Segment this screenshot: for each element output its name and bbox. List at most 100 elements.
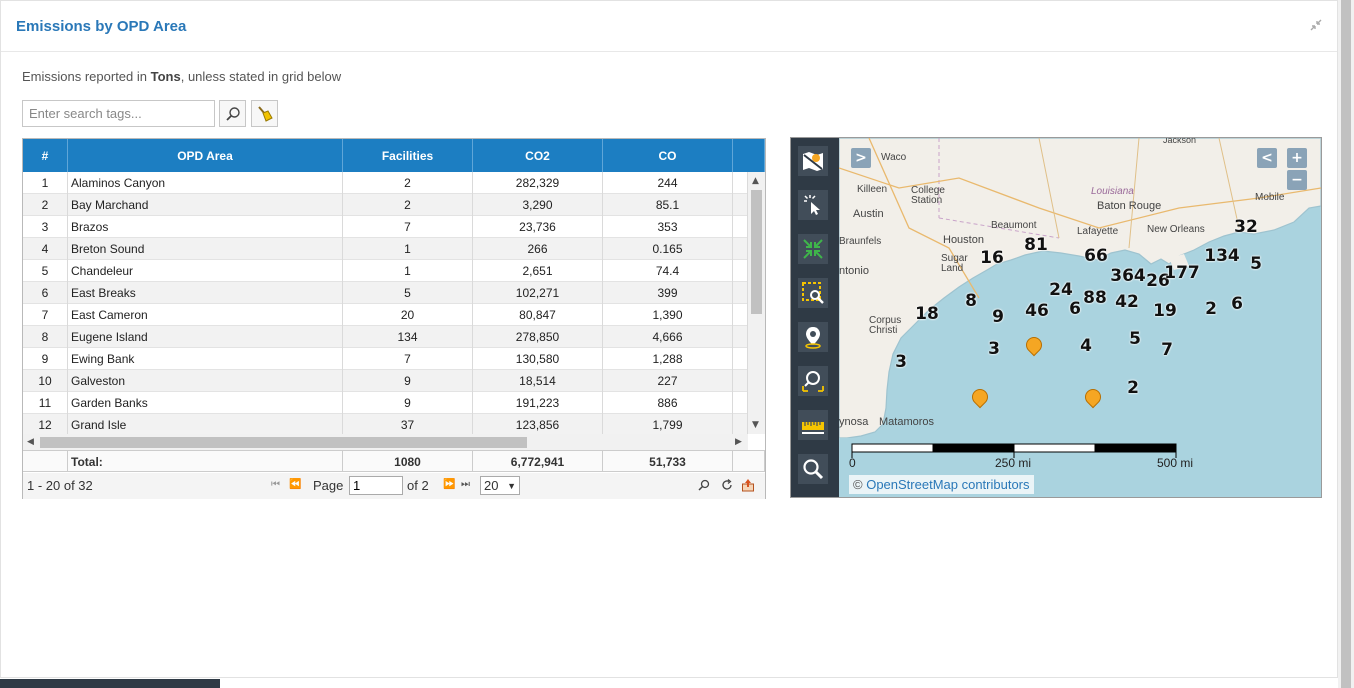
marker-cluster[interactable]: 7 [1161,340,1173,360]
last-page-icon[interactable]: ⏭ [461,479,470,490]
map-search-button[interactable] [798,454,828,484]
marker-cluster[interactable]: 66 [1084,246,1108,266]
map-layers-button[interactable] [798,146,828,176]
col-header-co2[interactable]: CO2 [473,139,603,172]
marker-cluster[interactable]: 134 [1204,246,1240,266]
emissions-panel: Emissions by OPD Area Emissions reported… [0,0,1338,678]
search-input[interactable] [22,100,215,127]
refresh-icon[interactable] [720,478,734,492]
table-row[interactable]: 4 Breton Sound 1 266 0.165 [23,238,748,260]
scale-label-end: 500 mi [1157,456,1194,470]
col-header-number[interactable]: # [23,139,68,172]
marker-cluster[interactable]: 5 [1129,329,1141,349]
total-row: Total: 1080 6,772,941 51,733 [23,450,765,472]
table-row[interactable]: 5 Chandeleur 1 2,651 74.4 [23,260,748,282]
zoom-in-button[interactable]: + [1287,148,1307,168]
osm-link[interactable]: OpenStreetMap contributors [866,477,1029,492]
units-note: Emissions reported in Tons, unless state… [22,69,342,84]
panel-header: Emissions by OPD Area [1,1,1337,52]
zoom-extent-button[interactable] [798,234,828,264]
marker-cluster[interactable]: 3 [988,339,1000,359]
map-label: Matamoros [879,416,935,428]
table-row[interactable]: 3 Brazos 7 23,736 353 [23,216,748,238]
table-row[interactable]: 1 Alaminos Canyon 2 282,329 244 [23,172,748,194]
col-header-co[interactable]: CO [603,139,733,172]
marker-cluster[interactable]: 19 [1153,301,1177,321]
total-label: Total: [68,451,343,472]
map-canvas[interactable]: Waco Killeen College Station Louisiana B… [839,138,1321,497]
map-label: Sugar Land [941,253,968,274]
map-label: Jackson [1163,137,1197,145]
grid-horizontal-scroll-thumb[interactable] [40,437,527,448]
marker-cluster[interactable]: 16 [980,248,1004,268]
collapse-icon[interactable] [1309,18,1323,32]
area-search-button[interactable] [798,366,828,396]
scroll-up-icon[interactable]: ▲ [752,176,759,186]
next-page-icon[interactable]: ⏩ [443,479,455,490]
page-number-input[interactable] [349,476,403,495]
ruler-icon [802,422,824,434]
marker-cluster[interactable]: 8 [965,291,977,311]
grid-vertical-scroll-thumb[interactable] [751,190,762,314]
col-header-opd-area[interactable]: OPD Area [68,139,343,172]
select-tool-button[interactable] [798,190,828,220]
scroll-down-icon[interactable]: ▼ [752,420,759,430]
marker-cluster[interactable]: 2 [1205,299,1217,319]
marker-cluster[interactable]: 9 [992,307,1004,327]
grid-vertical-scrollbar[interactable]: ▲ ▼ [748,172,765,434]
marker-cluster[interactable]: 177 [1164,263,1200,283]
grid-header: # OPD Area Facilities CO2 CO [23,139,765,172]
table-row[interactable]: 6 East Breaks 5 102,271 399 [23,282,748,304]
col-header-more [733,139,765,172]
box-zoom-button[interactable] [798,278,828,308]
scroll-right-icon[interactable]: ▶ [735,437,742,447]
find-icon[interactable] [697,478,711,492]
expand-panel-button[interactable]: > [851,148,871,168]
page-size-select[interactable]: 20 ▼ [480,476,520,495]
map-label: New Orleans [1147,224,1205,235]
table-row[interactable]: 12 Grand Isle 37 123,856 1,799 [23,414,748,434]
table-row[interactable]: 8 Eugene Island 134 278,850 4,666 [23,326,748,348]
scale-label-zero: 0 [849,456,856,470]
marker-cluster[interactable]: 88 [1083,288,1107,308]
page-scrollbar[interactable] [1338,0,1354,688]
marker-cluster[interactable]: 42 [1115,292,1139,312]
marker-cluster[interactable]: 6 [1069,299,1081,319]
page-scroll-thumb[interactable] [1341,0,1351,688]
marker-cluster[interactable]: 81 [1024,235,1048,255]
box-search-icon [802,282,824,304]
marker-cluster[interactable]: 32 [1234,217,1258,237]
map-label: Baton Rouge [1097,200,1162,212]
table-row[interactable]: 11 Garden Banks 9 191,223 886 [23,392,748,414]
prev-page-icon[interactable]: ⏪ [289,479,301,490]
marker-cluster[interactable]: 5 [1250,254,1262,274]
zoom-out-button[interactable]: − [1287,170,1307,190]
locate-button[interactable] [798,322,828,352]
marker-cluster[interactable]: 2 [1127,378,1139,398]
total-co2: 6,772,941 [473,451,603,472]
table-row[interactable]: 9 Ewing Bank 7 130,580 1,288 [23,348,748,370]
search-button[interactable] [219,100,246,127]
measure-button[interactable] [798,410,828,440]
export-icon[interactable] [741,478,755,492]
map-label: Houston [943,234,984,246]
collapse-panel-button[interactable]: < [1257,148,1277,168]
table-row[interactable]: 7 East Cameron 20 80,847 1,390 [23,304,748,326]
map-label: Mobile [1255,192,1285,203]
col-header-facilities[interactable]: Facilities [343,139,473,172]
clear-search-button[interactable] [251,100,278,127]
marker-cluster[interactable]: 24 [1049,280,1073,300]
marker-cluster[interactable]: 46 [1025,301,1049,321]
table-row[interactable]: 2 Bay Marchand 2 3,290 85.1 [23,194,748,216]
map-toolbar [791,138,839,497]
grid-horizontal-scrollbar[interactable]: ◀ ▶ [23,434,748,451]
table-row[interactable]: 10 Galveston 9 18,514 227 [23,370,748,392]
marker-cluster[interactable]: 4 [1080,336,1092,356]
first-page-icon[interactable]: ⏮ [271,479,280,490]
marker-cluster[interactable]: 3 [895,352,907,372]
scroll-left-icon[interactable]: ◀ [27,437,34,447]
marker-cluster[interactable]: 364 [1110,266,1146,286]
marker-cluster[interactable]: 6 [1231,294,1243,314]
grid-body: 1 Alaminos Canyon 2 282,329 244 2 Bay Marchan… [23,172,748,434]
marker-cluster[interactable]: 18 [915,304,939,324]
